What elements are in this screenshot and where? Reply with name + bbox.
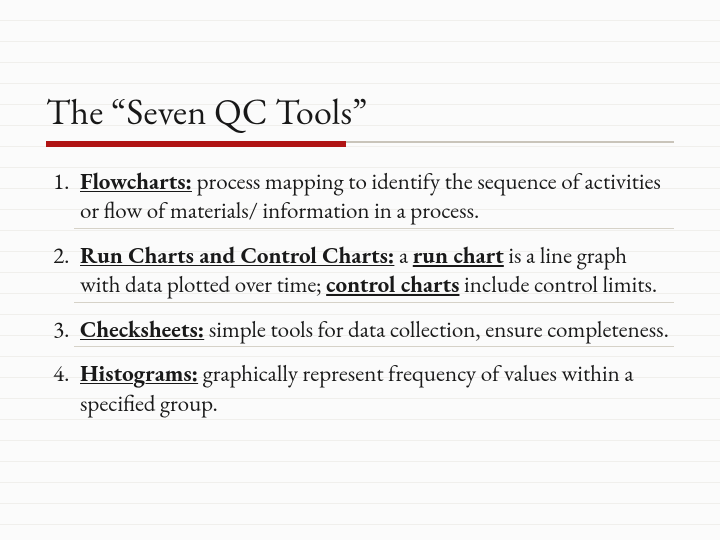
list-item: Flowcharts: process mapping to identify … (74, 165, 674, 229)
item-lead: a (394, 240, 412, 270)
slide-body: The “Seven QC Tools” Flowcharts: process… (0, 0, 720, 420)
item-tail: include control limits. (459, 269, 657, 299)
item-heading: Flowcharts: (80, 166, 192, 196)
slide-title: The “Seven QC Tools” (46, 88, 674, 135)
title-underline-rule (346, 141, 674, 143)
term-run-chart: run chart (413, 240, 504, 270)
item-heading: Histograms: (80, 358, 198, 388)
list-item: Checksheets: simple tools for data colle… (74, 313, 674, 347)
title-underline-accent (46, 141, 346, 147)
item-heading: Checksheets: (80, 314, 204, 344)
item-heading: Run Charts and Control Charts: (80, 240, 394, 270)
term-control-charts: control charts (326, 269, 459, 299)
tool-list: Flowcharts: process mapping to identify … (46, 165, 674, 420)
list-item: Histograms: graphically represent freque… (74, 357, 674, 420)
item-body: simple tools for data collection, ensure… (204, 314, 669, 344)
title-underline (46, 141, 674, 147)
list-item: Run Charts and Control Charts: a run cha… (74, 239, 674, 303)
